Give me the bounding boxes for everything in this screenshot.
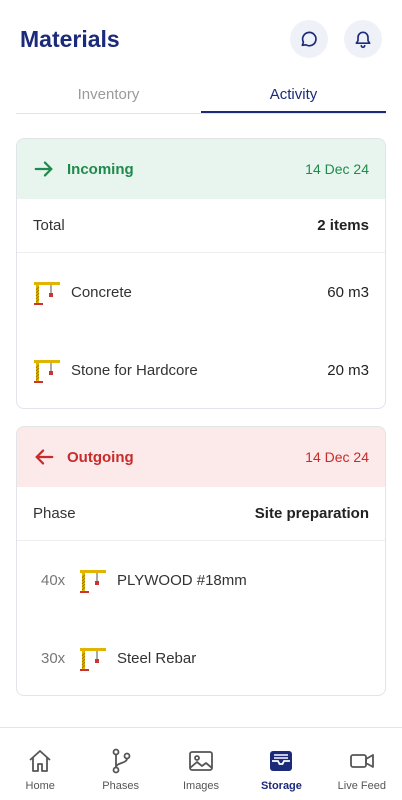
tab-inventory[interactable]: Inventory xyxy=(16,80,201,113)
outgoing-card[interactable]: Outgoing 14 Dec 24 Phase Site preparatio… xyxy=(16,426,386,696)
incoming-date: 14 Dec 24 xyxy=(305,161,369,177)
incoming-header: Incoming 14 Dec 24 xyxy=(17,139,385,199)
quantity: 30x xyxy=(41,649,66,667)
material-amount: 20 m3 xyxy=(327,361,369,379)
storage-icon xyxy=(270,751,293,771)
notifications-button[interactable] xyxy=(344,20,382,58)
total-label: Total xyxy=(33,217,65,234)
quantity: 40x xyxy=(41,571,66,589)
tab-bar: Inventory Activity xyxy=(16,80,386,114)
outgoing-label: Outgoing xyxy=(67,448,134,466)
outgoing-date: 14 Dec 24 xyxy=(305,449,369,465)
material-name: Stone for Hardcore xyxy=(71,361,198,379)
crane-icon xyxy=(34,360,60,383)
total-value: 2 items xyxy=(317,217,369,234)
incoming-total-row: Total 2 items xyxy=(17,199,385,253)
chat-bubble-icon xyxy=(301,31,317,47)
outgoing-phase-row: Phase Site preparation xyxy=(17,487,385,541)
nav-phases[interactable]: Phases xyxy=(80,728,160,800)
crane-icon xyxy=(80,648,106,671)
list-item[interactable]: 30x Steel Rebar xyxy=(17,619,385,695)
nav-home[interactable]: Home xyxy=(0,728,80,800)
phase-label: Phase xyxy=(33,505,76,522)
nav-label: Storage xyxy=(260,780,302,792)
list-item[interactable]: Stone for Hardcore 20 m3 xyxy=(17,331,385,408)
arrow-right-icon xyxy=(34,161,53,177)
nav-images[interactable]: Images xyxy=(161,728,241,800)
nav-label: Images xyxy=(182,780,220,792)
list-item[interactable]: 40x PLYWOOD #18mm xyxy=(17,541,385,619)
nav-live-feed[interactable]: Live Feed xyxy=(322,728,402,800)
phase-value: Site preparation xyxy=(254,505,369,522)
material-name: Concrete xyxy=(71,283,132,301)
nav-label: Phases xyxy=(102,780,139,792)
chat-button[interactable] xyxy=(290,20,328,58)
crane-icon xyxy=(80,570,106,593)
page-title: Materials xyxy=(20,26,120,52)
video-icon xyxy=(349,754,374,768)
incoming-label: Incoming xyxy=(67,160,134,178)
material-name: PLYWOOD #18mm xyxy=(117,571,247,589)
incoming-card[interactable]: Incoming 14 Dec 24 Total 2 items Concret… xyxy=(16,138,386,409)
outgoing-header: Outgoing 14 Dec 24 xyxy=(17,427,385,487)
arrow-left-icon xyxy=(35,449,54,465)
bottom-nav: Home Phases Images Storage Live Feed xyxy=(0,727,402,800)
crane-icon xyxy=(34,282,60,305)
material-amount: 60 m3 xyxy=(327,283,369,301)
bell-icon xyxy=(355,31,371,49)
image-icon xyxy=(189,751,213,771)
nav-label: Live Feed xyxy=(337,780,386,792)
home-icon xyxy=(29,750,51,772)
list-item[interactable]: Concrete 60 m3 xyxy=(17,253,385,331)
nav-label: Home xyxy=(25,780,55,792)
nav-storage[interactable]: Storage xyxy=(241,728,321,800)
header: Materials xyxy=(0,0,402,80)
branch-icon xyxy=(112,748,131,774)
tab-activity[interactable]: Activity xyxy=(201,80,386,113)
material-name: Steel Rebar xyxy=(117,649,197,667)
